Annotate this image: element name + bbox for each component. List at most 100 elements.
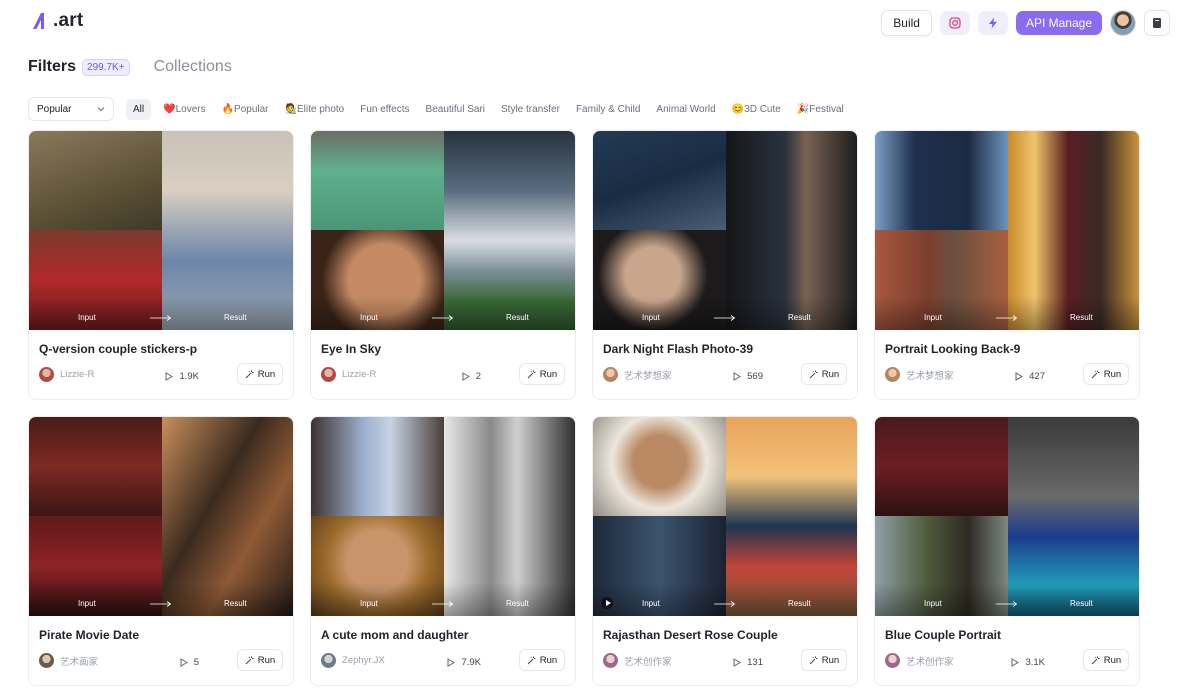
play-icon xyxy=(733,372,742,381)
run-button[interactable]: Run xyxy=(519,649,565,671)
video-play-icon[interactable] xyxy=(601,597,613,609)
input-photo-top xyxy=(593,131,726,230)
play-icon xyxy=(1011,658,1020,667)
magic-wand-icon xyxy=(1091,656,1100,664)
run-button-label: Run xyxy=(1103,654,1122,666)
magic-wand-icon xyxy=(809,370,818,378)
run-count-value: 7.9K xyxy=(461,657,481,668)
card-thumbnail[interactable]: Input Result xyxy=(875,417,1139,616)
filter-card[interactable]: Input Result Portrait Looking Back-9 艺术梦… xyxy=(874,130,1140,400)
result-label: Result xyxy=(506,599,529,608)
run-count: 7.9K xyxy=(447,657,481,668)
filter-card[interactable]: Input Result Blue Couple Portrait 艺术创作家 … xyxy=(874,416,1140,686)
card-author[interactable]: 艺术梦想家 xyxy=(885,367,954,382)
card-thumbnail[interactable]: Input Result xyxy=(593,417,857,616)
chip-elite-photo[interactable]: 🧑‍🎨Elite photo xyxy=(285,104,345,115)
run-count-value: 131 xyxy=(747,657,763,668)
card-title[interactable]: Dark Night Flash Photo-39 xyxy=(603,342,753,356)
run-button-label: Run xyxy=(257,654,276,666)
card-title[interactable]: Q-version couple stickers-p xyxy=(39,342,197,356)
filter-card[interactable]: Input Result Rajasthan Desert Rose Coupl… xyxy=(592,416,858,686)
card-title[interactable]: Blue Couple Portrait xyxy=(885,628,1001,642)
run-count-value: 427 xyxy=(1029,371,1045,382)
author-name: 艺术梦想家 xyxy=(906,370,954,382)
chip-family-child[interactable]: Family & Child xyxy=(576,104,640,115)
run-button[interactable]: Run xyxy=(519,363,565,385)
author-avatar xyxy=(885,653,900,668)
chip-lovers[interactable]: ❤️Lovers xyxy=(163,104,205,115)
input-photo-top xyxy=(875,417,1008,516)
run-count: 427 xyxy=(1015,371,1045,382)
run-count-value: 5 xyxy=(193,657,199,668)
card-thumbnail[interactable]: Input Result xyxy=(29,131,293,330)
run-count: 1.9K xyxy=(165,371,199,382)
author-name: 艺术创作家 xyxy=(906,656,954,668)
card-author[interactable]: Lizzie-R xyxy=(39,367,94,382)
document-button[interactable] xyxy=(1144,10,1170,36)
card-author[interactable]: Lizzie-R xyxy=(321,367,376,382)
card-thumbnail[interactable]: Input Result xyxy=(311,131,575,330)
run-button-label: Run xyxy=(539,368,558,380)
chip-beautiful-sari[interactable]: Beautiful Sari xyxy=(426,104,485,115)
card-title[interactable]: Portrait Looking Back-9 xyxy=(885,342,1020,356)
api-manage-button[interactable]: API Manage xyxy=(1015,11,1102,35)
run-button[interactable]: Run xyxy=(237,649,283,671)
run-button[interactable]: Run xyxy=(801,649,847,671)
card-title[interactable]: A cute mom and daughter xyxy=(321,628,469,642)
chip-all[interactable]: All xyxy=(126,98,152,120)
section-tabs: Filters 299.7K+ Collections xyxy=(28,58,232,76)
run-button[interactable]: Run xyxy=(801,363,847,385)
lightning-button[interactable] xyxy=(977,11,1008,35)
sort-dropdown[interactable]: Popular xyxy=(28,97,114,121)
document-icon xyxy=(1153,18,1161,28)
author-name: 艺术创作家 xyxy=(624,656,672,668)
card-author[interactable]: 艺术画家 xyxy=(39,653,98,668)
card-title[interactable]: Rajasthan Desert Rose Couple xyxy=(603,628,778,642)
card-author[interactable]: 艺术创作家 xyxy=(885,653,954,668)
card-thumbnail[interactable]: Input Result xyxy=(29,417,293,616)
input-photo-top xyxy=(875,131,1008,230)
arrow-right-icon xyxy=(996,315,1018,321)
run-button[interactable]: Run xyxy=(1083,363,1129,385)
card-thumbnail[interactable]: Input Result xyxy=(593,131,857,330)
card-title[interactable]: Pirate Movie Date xyxy=(39,628,139,642)
card-thumbnail[interactable]: Input Result xyxy=(875,131,1139,330)
run-button[interactable]: Run xyxy=(237,363,283,385)
play-icon xyxy=(447,658,456,667)
run-button[interactable]: Run xyxy=(1083,649,1129,671)
arrow-right-icon xyxy=(714,601,736,607)
chip-fun-effects[interactable]: Fun effects xyxy=(360,104,409,115)
chip-animal-world[interactable]: Animal World xyxy=(656,104,715,115)
run-button-label: Run xyxy=(539,654,558,666)
filter-card[interactable]: Input Result Eye In Sky Lizzie-R 2 Run xyxy=(310,130,576,400)
card-author[interactable]: 艺术创作家 xyxy=(603,653,672,668)
result-label: Result xyxy=(1070,313,1093,322)
result-label: Result xyxy=(506,313,529,322)
run-count: 3.1K xyxy=(1011,657,1045,668)
chip-3d-cute[interactable]: 😊3D Cute xyxy=(732,104,781,115)
build-button[interactable]: Build xyxy=(881,10,932,36)
chip-style-transfer[interactable]: Style transfer xyxy=(501,104,560,115)
card-title[interactable]: Eye In Sky xyxy=(321,342,381,356)
run-count: 5 xyxy=(180,657,199,668)
filter-card[interactable]: Input Result A cute mom and daughter Zep… xyxy=(310,416,576,686)
magic-wand-icon xyxy=(245,370,254,378)
run-button-label: Run xyxy=(821,654,840,666)
user-avatar[interactable] xyxy=(1110,10,1136,36)
tab-filters[interactable]: Filters xyxy=(28,58,76,76)
filter-card[interactable]: Input Result Dark Night Flash Photo-39 艺… xyxy=(592,130,858,400)
filter-card[interactable]: Input Result Pirate Movie Date 艺术画家 5 Ru… xyxy=(28,416,294,686)
chip-festival[interactable]: 🎉Festival xyxy=(797,104,844,115)
logo[interactable]: .art xyxy=(32,10,83,32)
author-name: Lizzie-R xyxy=(342,369,377,380)
magic-wand-icon xyxy=(1091,370,1100,378)
card-author[interactable]: Zephyr.JX xyxy=(321,653,385,668)
instagram-button[interactable] xyxy=(939,11,970,35)
filter-card[interactable]: Input Result Q-version couple stickers-p… xyxy=(28,130,294,400)
card-thumbnail[interactable]: Input Result xyxy=(311,417,575,616)
chip-popular[interactable]: 🔥Popular xyxy=(222,104,269,115)
input-photo-top xyxy=(311,417,444,516)
arrow-right-icon xyxy=(996,601,1018,607)
tab-collections[interactable]: Collections xyxy=(154,58,232,76)
card-author[interactable]: 艺术梦想家 xyxy=(603,367,672,382)
